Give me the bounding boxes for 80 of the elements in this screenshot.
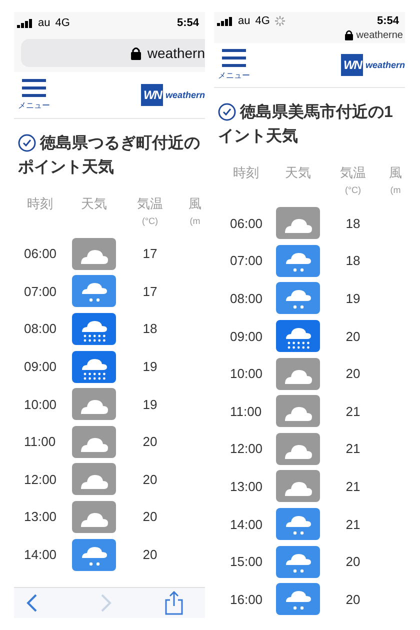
column-header: 天気 <box>284 164 312 182</box>
carrier-name: au <box>238 15 250 28</box>
time-cell-text: 08:00 <box>24 320 58 338</box>
logo-text: weathern <box>165 90 205 100</box>
temperature-cell-text: 19 <box>344 290 362 308</box>
menu-label: メニュー <box>218 70 250 81</box>
column-header: 時刻 <box>26 195 54 213</box>
time-cell-text: 08:00 <box>230 290 264 308</box>
column-header: 風 <box>388 164 403 182</box>
time-cell-text: 11:00 <box>230 402 263 421</box>
temperature-cell-text: 21 <box>344 440 362 458</box>
page-title: 徳島県つるぎ町付近の <box>40 133 200 154</box>
time-cell-text: 13:00 <box>24 508 58 526</box>
temperature-cell-text: 20 <box>142 546 158 564</box>
lock-icon <box>131 46 142 60</box>
temperature-cell-text: 21 <box>344 516 362 534</box>
address-bar[interactable]: weathern <box>21 39 205 67</box>
time-cell-text: 11:00 <box>24 433 57 452</box>
temperature-cell-text: 20 <box>344 328 362 346</box>
logo-text: weathern <box>365 60 405 70</box>
time-cell-text: 14:00 <box>230 516 264 534</box>
address-bar[interactable]: weatherne <box>214 28 405 43</box>
time-cell-text: 06:00 <box>24 245 58 264</box>
time-cell-text: 07:00 <box>24 282 58 301</box>
network-type: 4G <box>255 15 270 28</box>
menu-button[interactable]: メニュー <box>18 79 50 111</box>
column-header: 時刻 <box>232 164 260 182</box>
temperature-cell-text: 19 <box>142 396 158 414</box>
page-title: ポイント天気 <box>18 158 114 178</box>
unit-label: (°C) <box>140 215 160 228</box>
signal-icon <box>217 16 233 26</box>
menu-icon <box>222 48 246 67</box>
time-cell-text: 10:00 <box>24 396 58 414</box>
temperature-cell-text: 18 <box>142 320 158 338</box>
logo-mark: WN <box>141 84 164 106</box>
network-type: 4G <box>55 17 70 29</box>
column-header: 気温 <box>136 195 164 213</box>
temperature-cell-text: 17 <box>142 282 158 301</box>
time-cell-text: 15:00 <box>230 553 264 572</box>
time-cell-text: 10:00 <box>230 365 264 384</box>
time-cell-text: 13:00 <box>230 478 264 496</box>
unit-label: (°C) <box>344 184 362 198</box>
menu-label: メニュー <box>18 100 50 111</box>
unit-label: (m <box>389 184 402 198</box>
temperature-cell-text: 20 <box>344 553 362 572</box>
time-cell-text: 12:00 <box>24 470 58 489</box>
temperature-cell-text: 18 <box>344 252 362 270</box>
temperature-cell-text: 19 <box>142 358 158 376</box>
logo-mark: WN <box>341 54 364 76</box>
time-cell-text: 16:00 <box>230 590 264 609</box>
column-header: 天気 <box>80 195 108 213</box>
signal-icon <box>17 18 33 28</box>
menu-button[interactable]: メニュー <box>218 48 250 81</box>
time-cell-text: 12:00 <box>230 440 264 458</box>
page-title: 徳島県美馬市付近の1 <box>240 102 393 123</box>
carrier-name: au <box>38 17 50 29</box>
column-header: 風 <box>188 195 202 213</box>
share-icon[interactable] <box>165 591 183 615</box>
time-cell-text: 07:00 <box>230 252 264 270</box>
time-cell-text: 14:00 <box>24 546 58 564</box>
temperature-cell-text: 20 <box>142 433 158 452</box>
unit-label: (m <box>188 215 202 228</box>
time-cell-text: 06:00 <box>230 214 264 233</box>
temperature-cell-text: 21 <box>344 402 362 421</box>
clock-time: 5:54 <box>176 17 199 29</box>
temperature-cell-text: 20 <box>142 508 158 526</box>
menu-icon <box>22 79 46 97</box>
temperature-cell-text: 20 <box>344 590 362 609</box>
temperature-cell-text: 17 <box>142 245 158 264</box>
time-cell-text: 09:00 <box>24 358 58 376</box>
temperature-cell-text: 18 <box>344 214 362 233</box>
temperature-cell-text: 20 <box>142 470 158 489</box>
temperature-cell-text: 21 <box>344 478 362 496</box>
time-cell-text: 09:00 <box>230 328 264 346</box>
temperature-cell-text: 20 <box>344 365 362 384</box>
column-header: 気温 <box>339 164 367 182</box>
clock-time: 5:54 <box>376 15 399 28</box>
lock-icon <box>345 30 354 42</box>
page-title: イント天気 <box>218 126 298 147</box>
back-icon[interactable] <box>26 593 38 613</box>
